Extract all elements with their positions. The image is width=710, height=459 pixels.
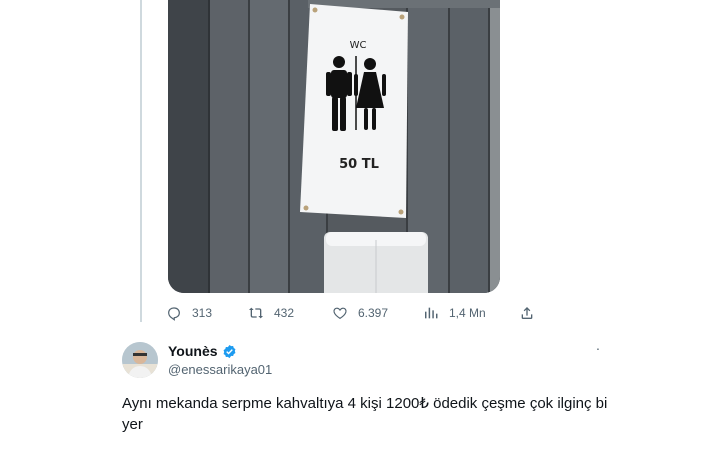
retweet-icon [249,307,263,319]
retweet-count: 432 [274,306,295,320]
sign-price: 50 TL [339,157,379,172]
avatar-photo [122,342,158,378]
retweet-action[interactable]: 432 [248,302,294,324]
heart-icon [333,307,347,320]
share-icon [521,307,533,319]
user-handle[interactable]: @enessarikaya01 [168,362,272,377]
views-action[interactable]: 1,4 Mn [423,302,486,324]
reply-action[interactable]: 313 [166,302,212,324]
more-icon[interactable]: · [590,340,606,356]
views-icon [425,307,438,319]
thread-line [140,0,142,322]
photo-scene: WC 50 TL [168,0,500,293]
like-action[interactable]: 6.397 [332,302,388,324]
reply-icon [168,307,180,321]
verified-badge-icon [223,344,235,358]
sign-title: WC [350,40,367,51]
reply-author[interactable]: Younès [168,343,237,359]
like-count: 6.397 [358,306,389,320]
reply-text: Aynı mekanda serpme kahvaltıya 4 kişi 12… [122,395,608,433]
share-action[interactable] [519,302,545,324]
display-name[interactable]: Younès [168,343,218,359]
avatar[interactable] [122,342,158,378]
views-count: 1,4 Mn [449,306,486,320]
reply-count: 313 [192,306,213,320]
tweet-actions: 313 432 6.397 1,4 Mn [166,302,566,324]
tweet-media-photo[interactable]: WC 50 TL [168,0,500,293]
